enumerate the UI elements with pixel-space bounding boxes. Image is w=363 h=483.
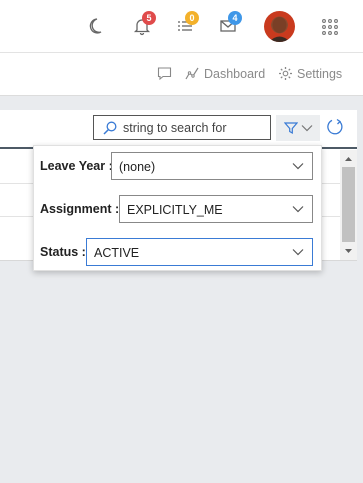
refresh-icon[interactable] xyxy=(325,117,345,137)
filter-dropdown-panel: Leave Year : (none) Assignment : EXPLICI… xyxy=(33,145,322,271)
assignment-value: EXPLICITLY_ME xyxy=(127,203,223,217)
status-label: Status : xyxy=(40,245,86,259)
filter-funnel-icon xyxy=(283,122,298,135)
tasks-list-icon[interactable]: 0 xyxy=(176,11,199,38)
chevron-down-icon xyxy=(292,249,304,256)
search-input[interactable] xyxy=(118,120,263,135)
dashboard-label: Dashboard xyxy=(204,66,266,81)
scrollbar-thumb[interactable] xyxy=(342,167,355,242)
filter-row-leave-year: Leave Year : (none) xyxy=(34,151,323,181)
settings-gear-icon xyxy=(279,67,292,80)
apps-grid-icon[interactable] xyxy=(320,16,342,38)
filter-toggle-button[interactable] xyxy=(276,115,320,141)
chat-bubble-icon[interactable] xyxy=(157,66,172,81)
top-navigation-bar: 5 0 4 xyxy=(0,0,363,53)
vertical-scrollbar[interactable] xyxy=(340,150,357,260)
settings-label: Settings xyxy=(297,66,343,81)
status-value: ACTIVE xyxy=(94,246,140,260)
search-box[interactable] xyxy=(93,115,271,140)
leave-year-select[interactable]: (none) xyxy=(111,152,313,180)
sub-navigation-bar: Dashboard Settings xyxy=(0,53,363,96)
assignment-label: Assignment : xyxy=(40,202,120,216)
assignment-select[interactable]: EXPLICITLY_ME xyxy=(119,195,313,223)
search-icon xyxy=(102,120,118,136)
leave-year-label: Leave Year : xyxy=(40,159,113,173)
dashboard-link[interactable]: Dashboard xyxy=(185,66,265,81)
tasks-count-badge: 0 xyxy=(185,11,199,25)
messages-count-badge: 4 xyxy=(228,11,242,25)
notifications-bell-icon[interactable]: 5 xyxy=(133,11,156,38)
dashboard-chart-icon xyxy=(185,67,199,80)
scroll-down-arrow-icon[interactable] xyxy=(340,245,357,257)
filter-row-assignment: Assignment : EXPLICITLY_ME xyxy=(34,194,323,224)
filter-row-status: Status : ACTIVE xyxy=(34,237,323,267)
dark-mode-moon-icon[interactable] xyxy=(88,16,110,38)
leave-year-value: (none) xyxy=(119,160,156,174)
chevron-down-icon xyxy=(292,206,304,213)
status-select[interactable]: ACTIVE xyxy=(86,238,313,266)
settings-link[interactable]: Settings xyxy=(278,66,342,81)
notifications-count-badge: 5 xyxy=(142,11,156,25)
chevron-down-icon xyxy=(301,125,312,132)
scroll-up-arrow-icon[interactable] xyxy=(340,153,357,165)
chevron-down-icon xyxy=(292,163,304,170)
messages-envelope-icon[interactable]: 4 xyxy=(219,11,242,38)
user-avatar[interactable] xyxy=(264,11,295,42)
